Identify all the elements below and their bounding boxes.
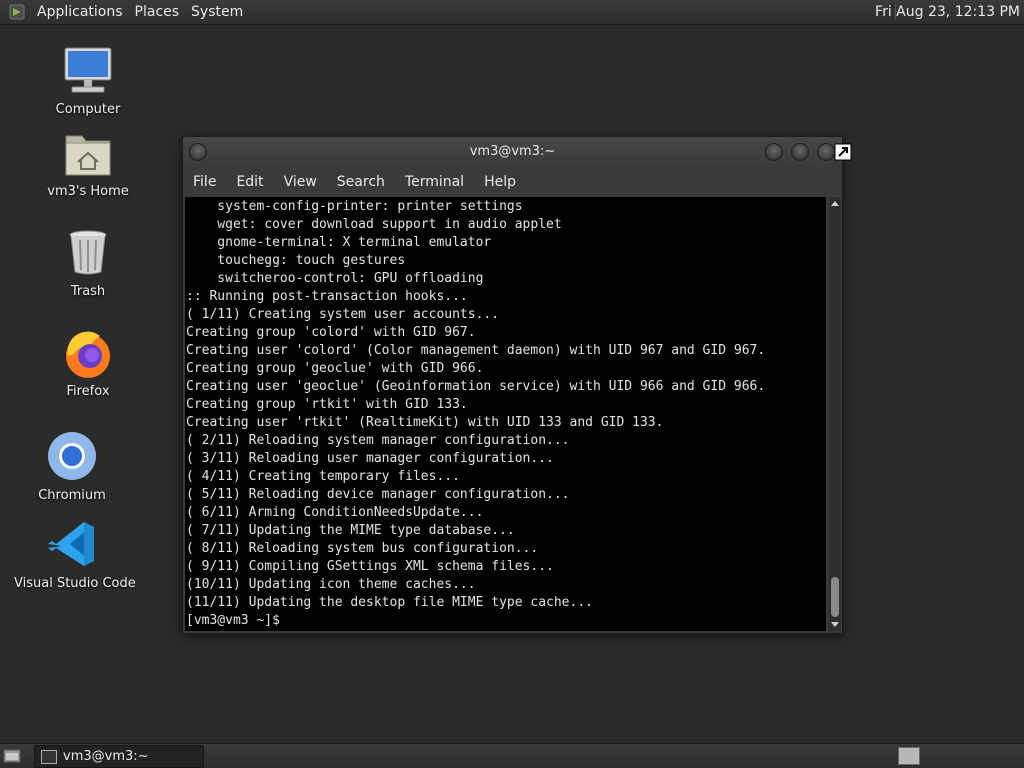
desktop-icon-label: Firefox <box>66 384 110 399</box>
scroll-down-icon[interactable] <box>831 622 839 627</box>
terminal-line: touchegg: touch gestures <box>186 253 406 268</box>
terminal-line: switcheroo-control: GPU offloading <box>186 271 484 286</box>
terminal-line: Creating group 'rtkit' with GID 133. <box>186 397 468 412</box>
terminal-window[interactable]: vm3@vm3:~ File Edit View Search Terminal… <box>182 136 843 634</box>
desktop-icon-label: vm3's Home <box>47 184 129 199</box>
desktop-icon-label: Chromium <box>38 488 106 503</box>
menu-terminal[interactable]: Terminal <box>395 174 474 190</box>
terminal-line: system-config-printer: printer settings <box>186 199 523 214</box>
scrollbar-thumb[interactable] <box>831 577 839 617</box>
terminal-line: ( 1/11) Creating system user accounts... <box>186 307 500 322</box>
terminal-scrollbar[interactable] <box>829 197 841 631</box>
menu-applications[interactable]: Applications <box>31 4 129 20</box>
desktop-icon-label: Visual Studio Code <box>14 576 136 591</box>
menu-search[interactable]: Search <box>327 174 395 190</box>
menu-edit[interactable]: Edit <box>226 174 273 190</box>
terminal-line: ( 6/11) Arming ConditionNeedsUpdate... <box>186 505 484 520</box>
terminal-line: Creating user 'colord' (Color management… <box>186 343 766 358</box>
workspace-switcher[interactable] <box>898 747 920 765</box>
terminal-line: ( 8/11) Reloading system bus configurati… <box>186 541 539 556</box>
terminal-line: :: Running post-transaction hooks... <box>186 289 468 304</box>
terminal-line: ( 7/11) Updating the MIME type database.… <box>186 523 515 538</box>
desktop-icon-home[interactable]: vm3's Home <box>28 126 148 199</box>
minimize-button[interactable] <box>765 143 783 161</box>
terminal-line: [vm3@vm3 ~]$ <box>186 613 288 628</box>
terminal-icon <box>41 749 57 764</box>
chromium-icon <box>44 430 100 486</box>
terminal-line: wget: cover download support in audio ap… <box>186 217 562 232</box>
maximize-button[interactable] <box>791 143 809 161</box>
terminal-line: ( 4/11) Creating temporary files... <box>186 469 460 484</box>
trash-icon <box>60 226 116 282</box>
terminal-line: Creating user 'geoclue' (Geoinformation … <box>186 379 766 394</box>
terminal-output[interactable]: system-config-printer: printer settings … <box>185 197 826 631</box>
top-panel: Applications Places System Fri Aug 23, 1… <box>0 0 1024 25</box>
taskbar-button-label: vm3@vm3:~ <box>63 749 149 764</box>
clock[interactable]: Fri Aug 23, 12:13 PM <box>875 4 1020 20</box>
desktop-icon-label: Computer <box>55 102 121 117</box>
terminal-line: ( 3/11) Reloading user manager configura… <box>186 451 554 466</box>
desktop-icon-vscode[interactable]: Visual Studio Code <box>14 518 136 591</box>
terminal-line: ( 5/11) Reloading device manager configu… <box>186 487 570 502</box>
desktop-icon-firefox[interactable]: Firefox <box>28 326 148 399</box>
vscode-icon <box>46 518 102 574</box>
terminal-line: (11/11) Updating the desktop file MIME t… <box>186 595 593 610</box>
desktop-icon-trash[interactable]: Trash <box>28 226 148 299</box>
desktop-icon-label: Trash <box>70 284 106 299</box>
bottom-panel: vm3@vm3:~ <box>0 743 1024 768</box>
menu-places[interactable]: Places <box>129 4 186 20</box>
terminal-line: ( 9/11) Compiling GSettings XML schema f… <box>186 559 554 574</box>
menu-system[interactable]: System <box>185 4 249 20</box>
taskbar-terminal-button[interactable]: vm3@vm3:~ <box>34 745 204 768</box>
computer-icon <box>60 44 116 100</box>
terminal-line: gnome-terminal: X terminal emulator <box>186 235 492 250</box>
applications-logo-icon[interactable] <box>9 4 25 20</box>
resize-cursor-icon <box>834 143 852 161</box>
terminal-line: Creating group 'geoclue' with GID 966. <box>186 361 484 376</box>
terminal-line: Creating group 'colord' with GID 967. <box>186 325 476 340</box>
firefox-icon <box>60 326 116 382</box>
menu-file[interactable]: File <box>183 174 226 190</box>
desktop-icon-computer[interactable]: Computer <box>28 44 148 117</box>
desktop-icon-chromium[interactable]: Chromium <box>12 430 132 503</box>
window-titlebar[interactable]: vm3@vm3:~ <box>183 137 842 167</box>
scroll-up-icon[interactable] <box>831 201 839 206</box>
menu-view[interactable]: View <box>274 174 327 190</box>
window-title: vm3@vm3:~ <box>469 144 556 159</box>
close-button[interactable] <box>817 143 835 161</box>
terminal-line: (10/11) Updating icon theme caches... <box>186 577 476 592</box>
menu-help[interactable]: Help <box>474 174 526 190</box>
terminal-line: ( 2/11) Reloading system manager configu… <box>186 433 570 448</box>
show-desktop-icon[interactable] <box>3 748 21 764</box>
terminal-line: Creating user 'rtkit' (RealtimeKit) with… <box>186 415 664 430</box>
home-folder-icon <box>60 126 116 182</box>
terminal-menubar: File Edit View Search Terminal Help <box>183 169 842 195</box>
